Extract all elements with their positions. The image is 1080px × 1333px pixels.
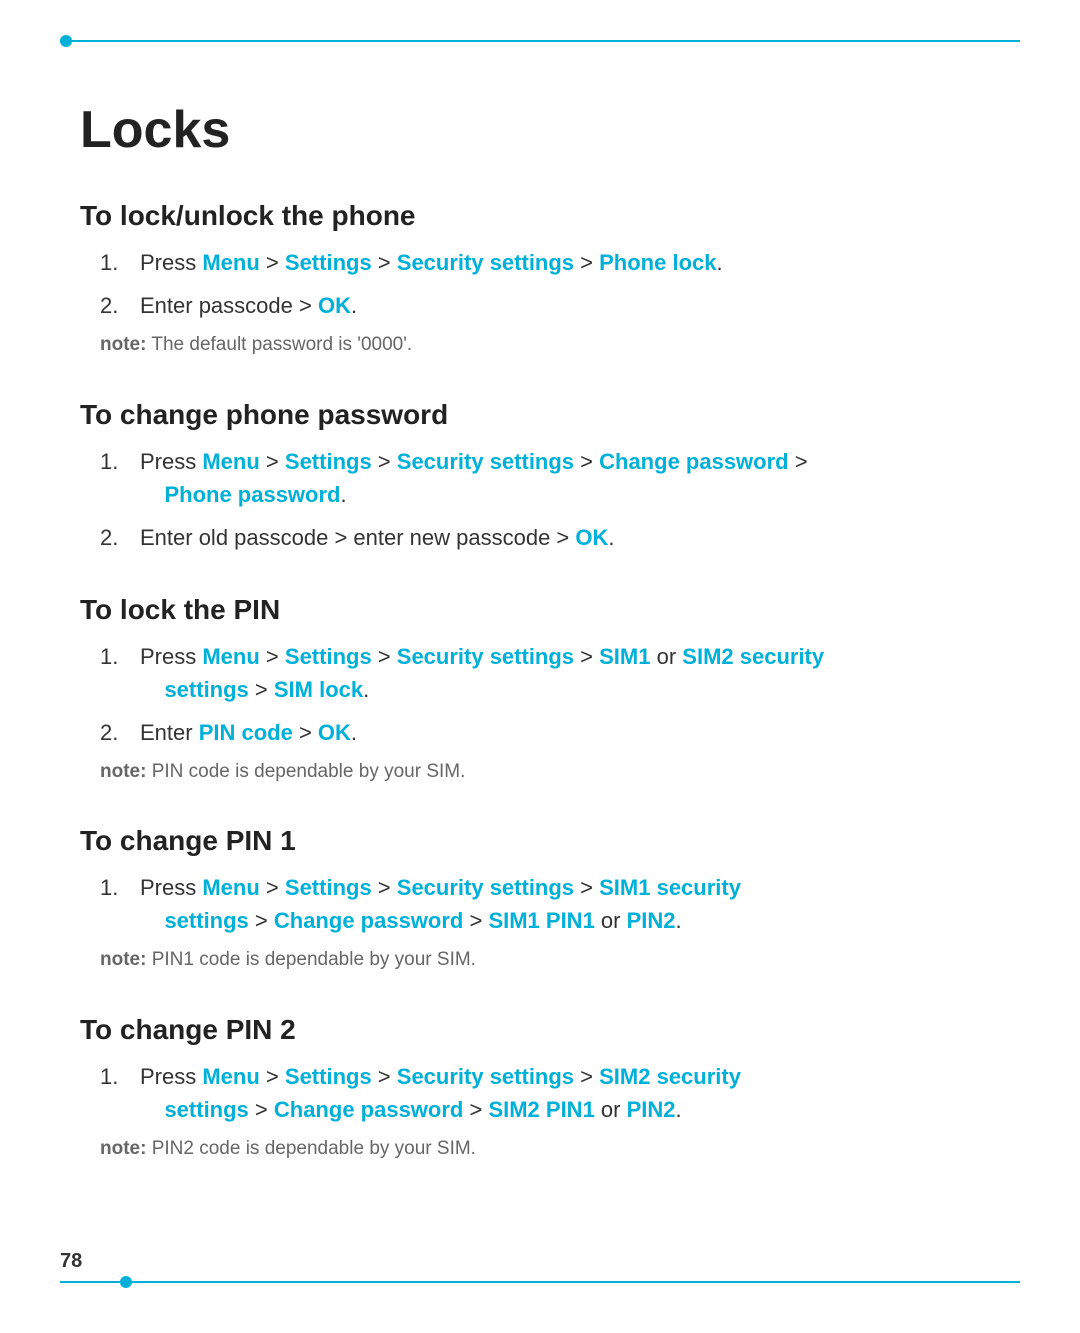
step-content: Enter passcode > OK. (140, 289, 1000, 322)
security-settings-link: Security settings (397, 644, 574, 669)
step-number: 1. (100, 445, 140, 478)
step-number: 1. (100, 246, 140, 279)
note-label: note: (100, 761, 146, 782)
step-item: 1. Press Menu > Settings > Security sett… (100, 246, 1000, 279)
menu-link: Menu (202, 449, 259, 474)
step-number: 2. (100, 716, 140, 749)
step-content: Press Menu > Settings > Security setting… (140, 640, 1000, 706)
steps-lock-pin: 1. Press Menu > Settings > Security sett… (100, 640, 1000, 749)
settings-link: Settings (285, 875, 372, 900)
step-content: Press Menu > Settings > Security setting… (140, 246, 1000, 279)
section-title-change-pin1: To change PIN 1 (80, 825, 1000, 857)
page-number: 78 (60, 1250, 82, 1273)
section-note: note: The default password is '0000'. (100, 332, 1000, 359)
section-change-pin1: To change PIN 1 1. Press Menu > Settings… (80, 825, 1000, 974)
sim-lock-link: SIM lock (274, 677, 363, 702)
ok-link: OK (318, 293, 351, 318)
sim1-link: SIM1 (599, 644, 650, 669)
menu-link: Menu (202, 250, 259, 275)
note-label: note: (100, 949, 146, 970)
settings-link: Settings (285, 644, 372, 669)
steps-change-password: 1. Press Menu > Settings > Security sett… (100, 445, 1000, 554)
section-note: note: PIN code is dependable by your SIM… (100, 759, 1000, 786)
change-password-link: Change password (274, 908, 463, 933)
section-change-password: To change phone password 1. Press Menu >… (80, 399, 1000, 554)
step-content: Press Menu > Settings > Security setting… (140, 1060, 1000, 1126)
pin2-link: PIN2 (627, 1097, 676, 1122)
ok-link: OK (318, 720, 351, 745)
step-number: 1. (100, 1060, 140, 1093)
step-number: 2. (100, 521, 140, 554)
ok-link: OK (575, 525, 608, 550)
settings-link: Settings (285, 1064, 372, 1089)
security-settings-link: Security settings (397, 1064, 574, 1089)
steps-change-pin2: 1. Press Menu > Settings > Security sett… (100, 1060, 1000, 1126)
section-title-change-password: To change phone password (80, 399, 1000, 431)
step-content: Press Menu > Settings > Security setting… (140, 445, 1000, 511)
security-settings-link: Security settings (397, 250, 574, 275)
phone-lock-link: Phone lock (599, 250, 716, 275)
section-note: note: PIN2 code is dependable by your SI… (100, 1136, 1000, 1163)
note-label: note: (100, 334, 146, 355)
step-item: 1. Press Menu > Settings > Security sett… (100, 1060, 1000, 1126)
security-settings-link: Security settings (397, 875, 574, 900)
step-number: 1. (100, 871, 140, 904)
step-content: Enter old passcode > enter new passcode … (140, 521, 1000, 554)
menu-link: Menu (202, 1064, 259, 1089)
security-settings-link: Security settings (397, 449, 574, 474)
change-password-link: Change password (274, 1097, 463, 1122)
page-title: Locks (80, 100, 1000, 160)
section-note: note: PIN1 code is dependable by your SI… (100, 947, 1000, 974)
section-title-lock-pin: To lock the PIN (80, 594, 1000, 626)
page-content: Locks To lock/unlock the phone 1. Press … (0, 0, 1080, 1282)
step-item: 1. Press Menu > Settings > Security sett… (100, 445, 1000, 511)
phone-password-link: Phone password (164, 482, 340, 507)
change-password-link: Change password (599, 449, 788, 474)
step-number: 1. (100, 640, 140, 673)
note-label: note: (100, 1138, 146, 1159)
section-lock-pin: To lock the PIN 1. Press Menu > Settings… (80, 594, 1000, 786)
settings-link: Settings (285, 449, 372, 474)
steps-lock-unlock: 1. Press Menu > Settings > Security sett… (100, 246, 1000, 322)
sim1-pin1-link: SIM1 PIN1 (488, 908, 594, 933)
step-item: 2. Enter PIN code > OK. (100, 716, 1000, 749)
section-title-change-pin2: To change PIN 2 (80, 1014, 1000, 1046)
section-title-lock-unlock: To lock/unlock the phone (80, 200, 1000, 232)
step-item: 1. Press Menu > Settings > Security sett… (100, 640, 1000, 706)
pin2-link: PIN2 (627, 908, 676, 933)
step-item: 1. Press Menu > Settings > Security sett… (100, 871, 1000, 937)
step-item: 2. Enter passcode > OK. (100, 289, 1000, 322)
section-change-pin2: To change PIN 2 1. Press Menu > Settings… (80, 1014, 1000, 1163)
step-item: 2. Enter old passcode > enter new passco… (100, 521, 1000, 554)
steps-change-pin1: 1. Press Menu > Settings > Security sett… (100, 871, 1000, 937)
section-lock-unlock: To lock/unlock the phone 1. Press Menu >… (80, 200, 1000, 359)
menu-link: Menu (202, 644, 259, 669)
step-number: 2. (100, 289, 140, 322)
bottom-decorative-line (60, 1281, 1020, 1283)
top-decorative-line (60, 40, 1020, 42)
sim2-pin1-link: SIM2 PIN1 (488, 1097, 594, 1122)
menu-link: Menu (202, 875, 259, 900)
pin-code-link: PIN code (199, 720, 293, 745)
settings-link: Settings (285, 250, 372, 275)
step-content: Enter PIN code > OK. (140, 716, 1000, 749)
step-content: Press Menu > Settings > Security setting… (140, 871, 1000, 937)
